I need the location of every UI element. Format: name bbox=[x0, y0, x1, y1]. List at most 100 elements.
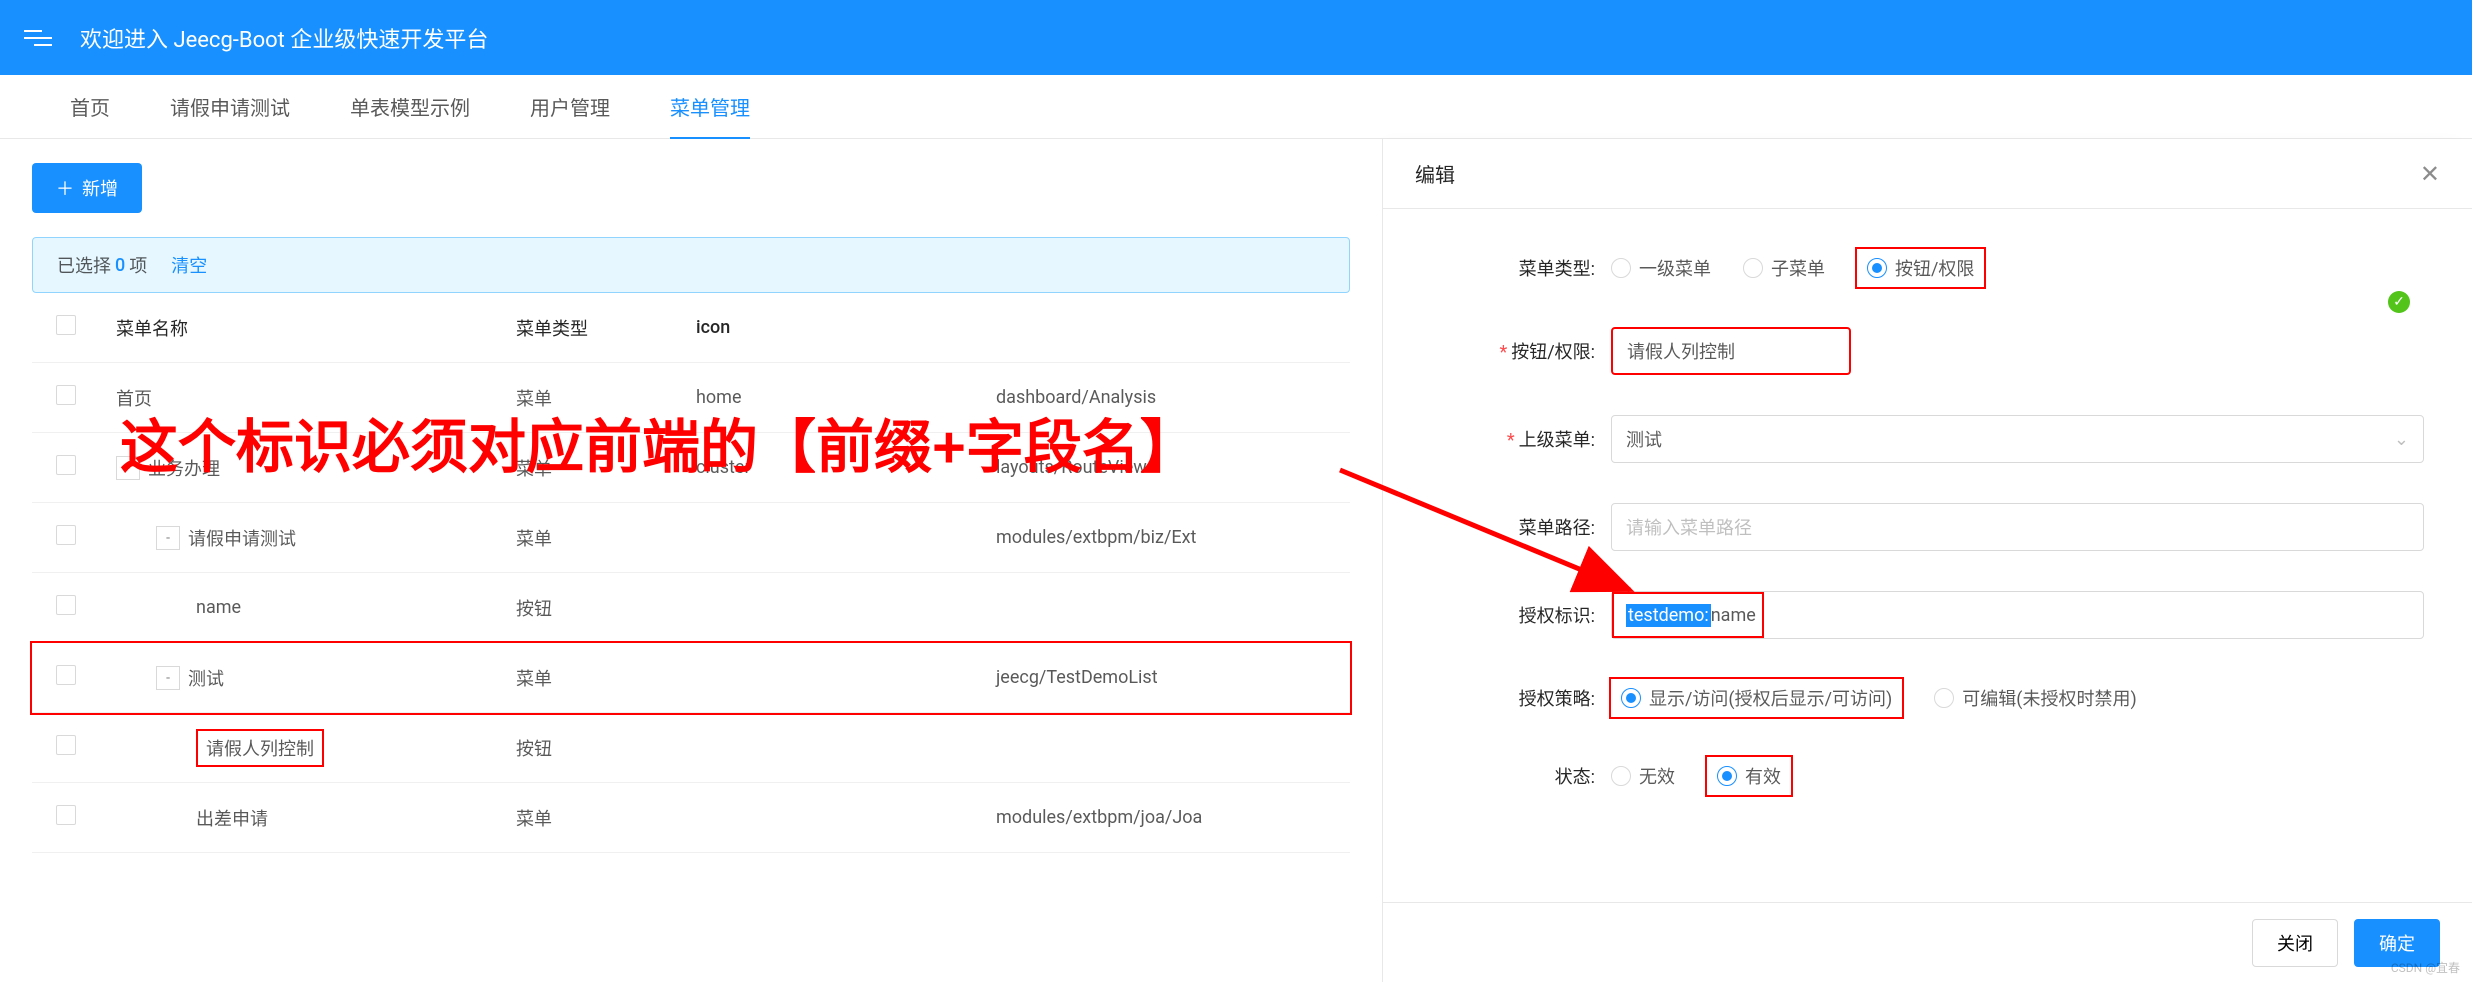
radio-label: 可编辑(未授权时禁用) bbox=[1962, 685, 2136, 711]
select-all-checkbox[interactable] bbox=[56, 315, 76, 335]
cell-type: 按钮 bbox=[516, 735, 696, 761]
radio-label: 按钮/权限 bbox=[1895, 255, 1974, 281]
table-row[interactable]: -测试菜单 jeecg/TestDemoList bbox=[32, 643, 1350, 713]
close-button[interactable]: 关闭 bbox=[2252, 919, 2338, 967]
menu-path-input[interactable]: 请输入菜单路径 bbox=[1611, 503, 2424, 551]
cell-component: layouts/RouteView bbox=[996, 457, 1326, 478]
expand-icon[interactable]: - bbox=[116, 456, 140, 480]
cell-name: -业务办理 bbox=[116, 455, 516, 481]
selection-count: 0 bbox=[115, 255, 125, 276]
status-label: 状态: bbox=[1431, 763, 1611, 789]
clear-selection-link[interactable]: 清空 bbox=[171, 252, 207, 278]
col-header-type: 菜单类型 bbox=[516, 315, 696, 341]
row-checkbox[interactable] bbox=[56, 455, 76, 475]
radio-label: 有效 bbox=[1745, 763, 1781, 789]
auth-id-input[interactable]: testdemo:name bbox=[1611, 591, 2424, 639]
edit-form: 菜单类型: 一级菜单子菜单按钮/权限 *按钮/权限: 请假人列控制 ✓ *上级菜… bbox=[1383, 209, 2472, 902]
drawer-title: 编辑 bbox=[1415, 159, 1455, 188]
button-perm-input[interactable]: 请假人列控制 bbox=[1611, 327, 1851, 375]
cell-icon: home bbox=[696, 387, 996, 408]
status-radio-0[interactable]: 无效 bbox=[1611, 763, 1675, 789]
menu-type-radio-group: 一级菜单 子菜单 按钮/权限 bbox=[1611, 249, 2424, 287]
expand-icon[interactable]: - bbox=[156, 666, 180, 690]
selection-suffix: 项 bbox=[129, 252, 147, 278]
tab-0[interactable]: 首页 bbox=[40, 75, 140, 139]
menu-path-label: 菜单路径: bbox=[1431, 514, 1611, 540]
radio-label: 显示/访问(授权后显示/可访问) bbox=[1649, 685, 1892, 711]
selection-bar: 已选择 0 项 清空 bbox=[32, 237, 1350, 293]
cell-component: jeecg/TestDemoList bbox=[996, 667, 1326, 688]
row-checkbox[interactable] bbox=[56, 595, 76, 615]
tab-4[interactable]: 菜单管理 bbox=[640, 75, 780, 139]
cell-type: 菜单 bbox=[516, 525, 696, 551]
row-checkbox[interactable] bbox=[56, 385, 76, 405]
drawer-header: 编辑 ✕ bbox=[1383, 139, 2472, 209]
menu-toggle-icon[interactable] bbox=[24, 22, 56, 54]
radio-label: 一级菜单 bbox=[1639, 255, 1711, 281]
row-checkbox[interactable] bbox=[56, 525, 76, 545]
radio-icon bbox=[1621, 688, 1641, 708]
table-row[interactable]: 请假人列控制按钮 bbox=[32, 713, 1350, 783]
auth-id-label: 授权标识: bbox=[1431, 602, 1611, 628]
chevron-down-icon: ⌄ bbox=[2394, 429, 2409, 450]
col-header-name: 菜单名称 bbox=[116, 315, 516, 341]
cell-component: modules/extbpm/biz/Ext bbox=[996, 527, 1326, 548]
button-perm-label: *按钮/权限: bbox=[1431, 338, 1611, 364]
cell-name: 请假人列控制 bbox=[116, 729, 516, 767]
parent-menu-select[interactable]: 测试 ⌄ bbox=[1611, 415, 2424, 463]
radio-icon bbox=[1743, 258, 1763, 278]
cell-name: 出差申请 bbox=[116, 805, 516, 831]
selection-prefix: 已选择 bbox=[57, 252, 111, 278]
add-button[interactable]: ＋ 新增 bbox=[32, 163, 142, 213]
tab-1[interactable]: 请假申请测试 bbox=[140, 75, 320, 139]
cell-type: 菜单 bbox=[516, 665, 696, 691]
watermark: CSDN @宜春 bbox=[2391, 959, 2460, 976]
cell-component: modules/extbpm/joa/Joa bbox=[996, 807, 1326, 828]
cell-type: 菜单 bbox=[516, 455, 696, 481]
close-icon[interactable]: ✕ bbox=[2420, 160, 2440, 188]
menu-table: 菜单名称 菜单类型 icon 首页菜单homedashboard/Analysi… bbox=[32, 293, 1350, 853]
table-row[interactable]: 首页菜单homedashboard/Analysis bbox=[32, 363, 1350, 433]
status-radio-group: 无效 有效 bbox=[1611, 757, 2424, 795]
cell-name: -测试 bbox=[116, 665, 516, 691]
cell-icon: cluster bbox=[696, 457, 996, 478]
auth-policy-radio-0[interactable]: 显示/访问(授权后显示/可访问) bbox=[1611, 679, 1902, 717]
radio-icon bbox=[1867, 258, 1887, 278]
cell-component: dashboard/Analysis bbox=[996, 387, 1326, 408]
radio-icon bbox=[1934, 688, 1954, 708]
plus-icon: ＋ bbox=[56, 175, 74, 201]
cell-name: name bbox=[116, 597, 516, 618]
row-checkbox[interactable] bbox=[56, 665, 76, 685]
row-checkbox[interactable] bbox=[56, 735, 76, 755]
cell-type: 菜单 bbox=[516, 385, 696, 411]
cell-type: 按钮 bbox=[516, 595, 696, 621]
expand-icon[interactable]: - bbox=[156, 526, 180, 550]
app-title: 欢迎进入 Jeecg-Boot 企业级快速开发平台 bbox=[80, 22, 488, 54]
tab-2[interactable]: 单表模型示例 bbox=[320, 75, 500, 139]
cell-type: 菜单 bbox=[516, 805, 696, 831]
cell-name: 首页 bbox=[116, 385, 516, 411]
cell-name: -请假申请测试 bbox=[116, 525, 516, 551]
menu-type-radio-0[interactable]: 一级菜单 bbox=[1611, 255, 1711, 281]
auth-policy-label: 授权策略: bbox=[1431, 685, 1611, 711]
drawer-footer: 关闭 确定 bbox=[1383, 902, 2472, 982]
table-header-row: 菜单名称 菜单类型 icon bbox=[32, 293, 1350, 363]
add-button-label: 新增 bbox=[82, 175, 118, 201]
menu-type-radio-2[interactable]: 按钮/权限 bbox=[1857, 249, 1984, 287]
status-radio-1[interactable]: 有效 bbox=[1707, 757, 1791, 795]
auth-policy-radio-1[interactable]: 可编辑(未授权时禁用) bbox=[1934, 685, 2136, 711]
table-row[interactable]: -请假申请测试菜单 modules/extbpm/biz/Ext bbox=[32, 503, 1350, 573]
radio-icon bbox=[1611, 766, 1631, 786]
radio-label: 无效 bbox=[1639, 763, 1675, 789]
table-row[interactable]: 出差申请菜单 modules/extbpm/joa/Joa bbox=[32, 783, 1350, 853]
radio-icon bbox=[1717, 766, 1737, 786]
row-checkbox[interactable] bbox=[56, 805, 76, 825]
radio-icon bbox=[1611, 258, 1631, 278]
tab-3[interactable]: 用户管理 bbox=[500, 75, 640, 139]
menu-type-radio-1[interactable]: 子菜单 bbox=[1743, 255, 1825, 281]
parent-menu-label: *上级菜单: bbox=[1431, 426, 1611, 452]
auth-id-highlighted: testdemo: bbox=[1626, 604, 1711, 627]
radio-label: 子菜单 bbox=[1771, 255, 1825, 281]
table-row[interactable]: name按钮 bbox=[32, 573, 1350, 643]
table-row[interactable]: -业务办理菜单clusterlayouts/RouteView bbox=[32, 433, 1350, 503]
